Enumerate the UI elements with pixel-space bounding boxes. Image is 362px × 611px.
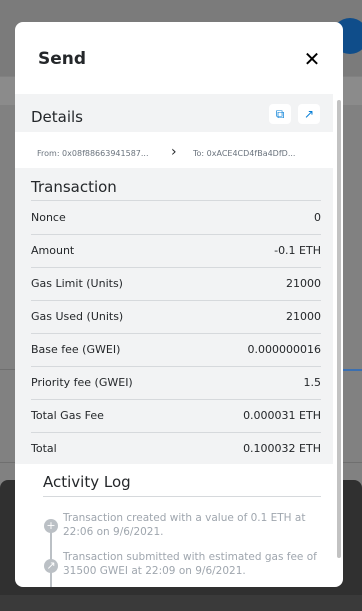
row-value: 0: [314, 211, 321, 224]
row-label: Gas Limit (Units): [31, 277, 123, 290]
send-transaction-modal: Send ✕ Details ⧉ ↗ From: 0x08f8866394158…: [15, 22, 343, 587]
plus-icon: +: [44, 519, 58, 533]
row-value: 21000: [286, 277, 321, 290]
to-address[interactable]: To: 0xACE4CD4fBa4DfD...: [193, 149, 317, 158]
transaction-row-total: Total 0.100032 ETH: [31, 432, 321, 465]
row-label: Gas Used (Units): [31, 310, 124, 323]
from-address[interactable]: From: 0x08f88663941587...: [37, 149, 165, 158]
transaction-row-amount: Amount -0.1 ETH: [31, 234, 321, 267]
transaction-row-priority-fee: Priority fee (GWEI) 1.5: [31, 366, 321, 399]
activity-entry: Transaction created with a value of 0.1 …: [63, 512, 306, 538]
external-link-icon[interactable]: ↗: [298, 104, 320, 124]
background-accent-line: [342, 369, 362, 371]
transaction-panel: Transaction Nonce 0 Amount -0.1 ETH Gas …: [15, 168, 333, 464]
row-label: Nonce: [31, 211, 66, 224]
activity-entry: Transaction submitted with estimated gas…: [63, 551, 317, 577]
details-title: Details: [31, 108, 84, 126]
row-label: Base fee (GWEI): [31, 343, 121, 356]
divider: [43, 496, 321, 497]
copy-icon[interactable]: ⧉: [269, 104, 291, 124]
activity-log-title: Activity Log: [43, 473, 131, 491]
modal-title: Send: [38, 49, 87, 69]
transaction-row-total-gas-fee: Total Gas Fee 0.000031 ETH: [31, 399, 321, 432]
row-value: 0.000000016: [247, 343, 321, 356]
row-value: 21000: [286, 310, 321, 323]
transaction-title: Transaction: [31, 178, 117, 196]
row-label: Amount: [31, 244, 75, 257]
row-value: 1.5: [303, 376, 322, 389]
activity-timeline: [50, 525, 52, 587]
row-value: 0.100032 ETH: [243, 442, 321, 455]
modal-header: Send ✕: [15, 22, 343, 94]
transaction-row-nonce: Nonce 0: [31, 201, 321, 234]
row-label: Total Gas Fee: [31, 409, 104, 422]
transaction-row-gas-limit: Gas Limit (Units) 21000: [31, 267, 321, 300]
row-label: Priority fee (GWEI): [31, 376, 133, 389]
transaction-row-gas-used: Gas Used (Units) 21000: [31, 300, 321, 333]
arrow-up-right-icon: ↗: [44, 559, 58, 573]
chevron-right-icon: ›: [171, 144, 177, 160]
background-footer: [0, 595, 362, 611]
row-value: -0.1 ETH: [274, 244, 321, 257]
scrollbar[interactable]: [337, 100, 341, 558]
details-header: Details ⧉ ↗: [15, 94, 333, 132]
row-value: 0.000031 ETH: [243, 409, 321, 422]
row-label: Total: [31, 442, 57, 455]
close-icon[interactable]: ✕: [302, 49, 322, 69]
transaction-row-base-fee: Base fee (GWEI) 0.000000016: [31, 333, 321, 366]
